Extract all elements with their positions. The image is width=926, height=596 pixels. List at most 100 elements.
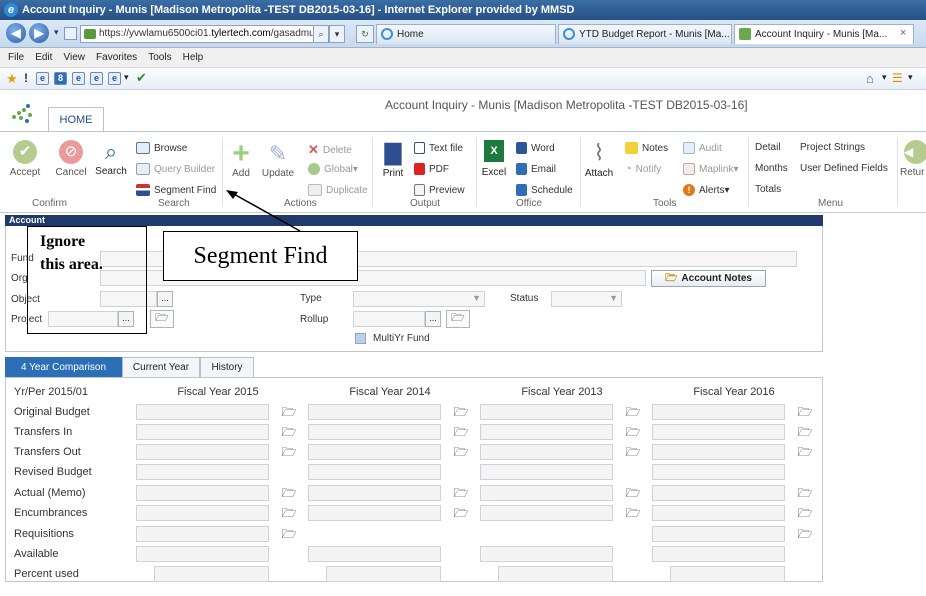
amount-field[interactable] [652, 464, 785, 480]
amount-field[interactable] [308, 485, 441, 501]
search-button[interactable]: ⌕ Search [92, 138, 130, 177]
dropdown-icon[interactable]: ▾ [329, 25, 345, 43]
notify-button[interactable]: ◔ Notify [625, 163, 661, 175]
accept-button[interactable]: ✔ Accept [5, 140, 45, 178]
refresh-icon[interactable]: ↻ [356, 25, 374, 43]
tab-current-year[interactable]: Current Year [122, 357, 200, 378]
folder-icon[interactable]: 🗁 [453, 506, 469, 520]
months-button[interactable]: Months [755, 163, 788, 174]
folder-icon[interactable]: 🗁 [281, 527, 297, 541]
amount-field[interactable] [308, 505, 441, 521]
tab-account-inquiry[interactable]: Account Inquiry - Munis [Ma... [734, 24, 914, 44]
amount-field[interactable] [308, 444, 441, 460]
search-icon[interactable]: ⌕ [313, 25, 329, 43]
folder-icon[interactable]: 🗁 [453, 405, 469, 419]
cancel-button[interactable]: ⊘ Cancel [51, 140, 91, 178]
email-button[interactable]: Email [516, 163, 556, 175]
maplink-button[interactable]: Maplink▾ [683, 163, 738, 175]
amount-field[interactable] [136, 526, 269, 542]
amount-field[interactable] [480, 424, 613, 440]
fav-page-icon[interactable]: e [72, 72, 85, 85]
info-icon[interactable]: ! [24, 71, 28, 85]
attach-button[interactable]: ⌇ Attach [582, 138, 616, 179]
multiyr-checkbox[interactable] [355, 333, 366, 344]
amount-field[interactable] [136, 424, 269, 440]
status-select[interactable]: ▼ [551, 291, 622, 307]
duplicate-button[interactable]: Duplicate [308, 184, 368, 196]
schedule-button[interactable]: Schedule [516, 184, 573, 196]
amount-field[interactable] [308, 464, 441, 480]
amount-field[interactable] [652, 546, 785, 562]
amount-field[interactable] [308, 424, 441, 440]
menu-file[interactable]: File [8, 48, 24, 68]
amount-field[interactable] [652, 526, 785, 542]
amount-field[interactable] [652, 505, 785, 521]
user-defined-fields-button[interactable]: User Defined Fields [800, 163, 888, 174]
pdf-button[interactable]: PDF [414, 163, 449, 175]
back-button[interactable]: ◀ [6, 23, 26, 43]
folder-icon[interactable]: 🗁 [281, 506, 297, 520]
menu-favorites[interactable]: Favorites [96, 48, 137, 68]
excel-button[interactable]: X Excel [480, 140, 508, 178]
address-bar[interactable]: https://yvwlamu6500ci01.tylertech.com/ga… [80, 25, 345, 43]
forward-button[interactable]: ▶ [29, 23, 49, 43]
audit-button[interactable]: Audit [683, 142, 722, 154]
folder-icon[interactable]: 🗁 [625, 425, 641, 439]
notes-button[interactable]: Notes [625, 142, 668, 154]
amount-field[interactable] [498, 566, 613, 582]
amount-field[interactable] [308, 404, 441, 420]
folder-icon[interactable]: 🗁 [453, 486, 469, 500]
feeds-icon[interactable]: ☰ [892, 71, 903, 85]
amount-field[interactable] [480, 485, 613, 501]
account-notes-button[interactable]: 🗁 Account Notes [651, 270, 766, 287]
global-button[interactable]: Global▾ [308, 163, 358, 175]
amount-field[interactable] [136, 546, 269, 562]
folder-icon[interactable]: 🗁 [797, 445, 813, 459]
amount-field[interactable] [136, 404, 269, 420]
query-builder-button[interactable]: Query Builder [136, 163, 215, 175]
folder-icon[interactable]: 🗁 [797, 425, 813, 439]
folder-icon[interactable]: 🗁 [453, 445, 469, 459]
project-strings-button[interactable]: Project Strings [800, 142, 865, 153]
word-button[interactable]: Word [516, 142, 555, 154]
amount-field[interactable] [480, 404, 613, 420]
folder-icon[interactable]: 🗁 [797, 506, 813, 520]
folder-icon[interactable]: 🗁 [797, 527, 813, 541]
folder-icon[interactable]: 🗁 [625, 486, 641, 500]
delete-button[interactable]: ✕ Delete [308, 142, 352, 158]
folder-icon[interactable]: 🗁 [453, 425, 469, 439]
favorites-star-icon[interactable]: ★ [6, 71, 18, 87]
amount-field[interactable] [480, 505, 613, 521]
amount-field[interactable] [480, 444, 613, 460]
segment-find-button[interactable]: Segment Find [136, 184, 216, 196]
amount-field[interactable] [670, 566, 785, 582]
totals-button[interactable]: Totals [755, 184, 781, 195]
object-lookup-button[interactable]: ... [157, 291, 173, 307]
type-select[interactable]: ▼ [353, 291, 485, 307]
rollup-lookup-button[interactable]: ... [425, 311, 441, 327]
web-slice-icon[interactable]: ✔ [136, 70, 147, 86]
print-button[interactable]: ▇ Print [378, 138, 408, 179]
menu-edit[interactable]: Edit [35, 48, 52, 68]
fav-page-icon[interactable]: e [36, 72, 49, 85]
tab-4-year-comparison[interactable]: 4 Year Comparison [5, 357, 122, 378]
recent-pages-icon[interactable]: ▾ [54, 27, 59, 38]
fav-page-icon[interactable]: e [90, 72, 103, 85]
alerts-button[interactable]: ! Alerts▾ [683, 184, 730, 196]
folder-icon[interactable]: 🗁 [281, 445, 297, 459]
add-button[interactable]: + Add [226, 139, 256, 180]
amount-field[interactable] [652, 444, 785, 460]
return-button[interactable]: ◀ Retur [900, 140, 926, 178]
tab-ytd-budget[interactable]: YTD Budget Report - Munis [Ma... [558, 24, 732, 44]
folder-icon[interactable]: 🗁 [625, 445, 641, 459]
tab-home-ribbon[interactable]: HOME [48, 107, 104, 131]
folder-icon[interactable]: 🗁 [797, 486, 813, 500]
menu-help[interactable]: Help [183, 48, 204, 68]
folder-icon[interactable]: 🗁 [281, 405, 297, 419]
amount-field[interactable] [136, 505, 269, 521]
fav-8-icon[interactable]: 8 [54, 72, 67, 85]
detail-button[interactable]: Detail [755, 142, 781, 153]
amount-field[interactable] [480, 546, 613, 562]
menu-view[interactable]: View [63, 48, 85, 68]
close-tab-icon[interactable]: × [900, 27, 906, 39]
